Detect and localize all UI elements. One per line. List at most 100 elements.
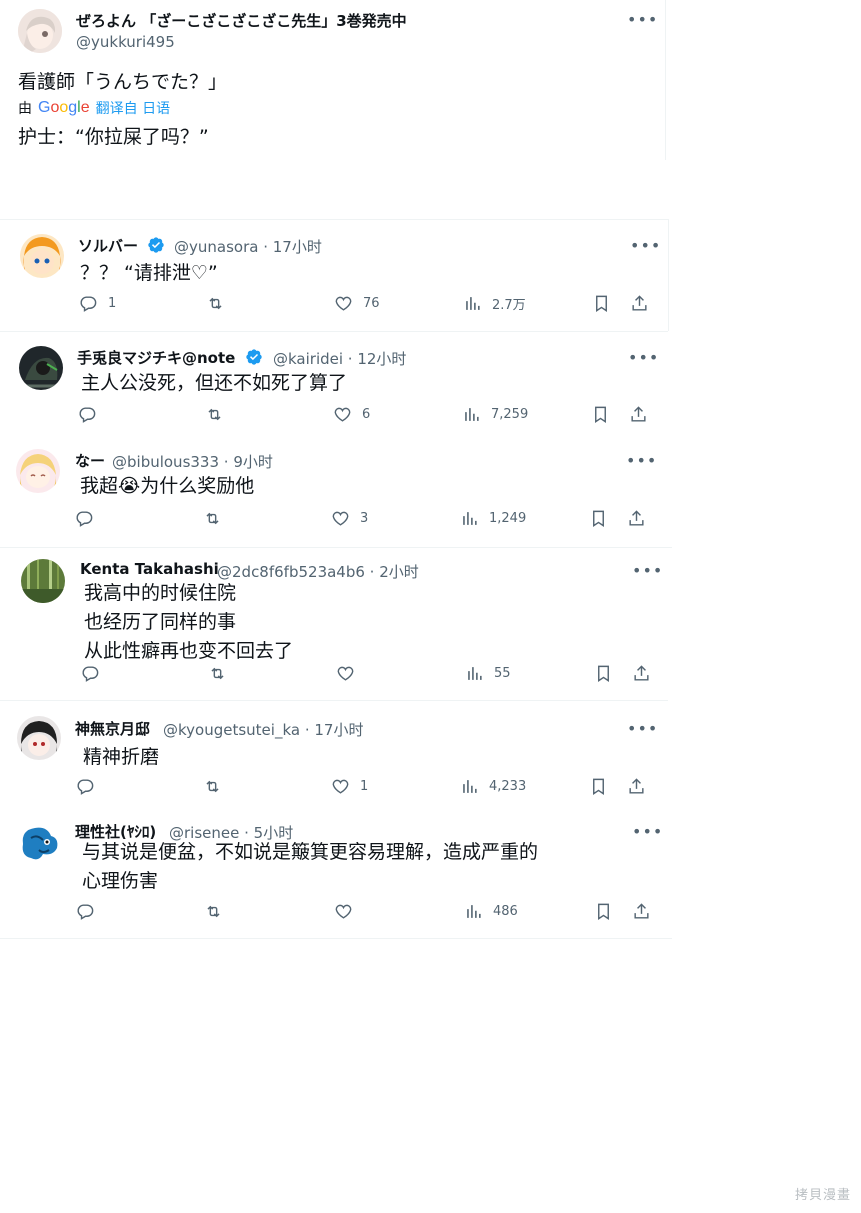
retweet-icon	[207, 905, 220, 918]
author-handle[interactable]: @bibulous333 · 9小时	[112, 451, 273, 472]
share-icon	[632, 295, 647, 311]
share-button[interactable]	[629, 405, 658, 424]
reply-card[interactable]: なー @bibulous333 · 9小时 ••• 我超😭为什么奖励他 3 1,…	[0, 440, 665, 546]
reply-text: 精神折磨	[83, 746, 160, 768]
translated-text: 护士：“你拉屎了吗？”	[18, 126, 209, 148]
reply-button[interactable]	[78, 405, 107, 424]
google-logo: Google	[38, 99, 90, 116]
views-button[interactable]: 7,259	[462, 405, 528, 424]
retweet-button[interactable]	[203, 777, 232, 796]
views-icon	[465, 408, 479, 421]
author-name[interactable]: 手兎良マジチキ@note	[77, 347, 263, 368]
author-name[interactable]: ソルバー	[78, 235, 165, 256]
reply-text: 我超😭为什么奖励他	[80, 475, 255, 497]
reply-button[interactable]	[76, 777, 105, 796]
like-button[interactable]	[336, 664, 365, 683]
author-handle[interactable]: @yunasora · 17小时	[174, 236, 322, 257]
translation-attribution[interactable]: 由 Google 翻译自 日语	[18, 98, 170, 118]
bookmark-button[interactable]	[589, 509, 618, 528]
views-icon	[466, 297, 480, 310]
reply-text: ？？ “请排泄♡”	[80, 262, 218, 284]
reply-icon	[79, 407, 96, 423]
share-button[interactable]	[632, 664, 661, 683]
share-icon	[629, 510, 644, 526]
reply-button[interactable]	[81, 664, 110, 683]
more-icon[interactable]: •••	[632, 822, 663, 841]
bookmark-button[interactable]	[591, 405, 620, 424]
reply-card[interactable]: 神無京月邸 @kyougetsutei_ka · 17小时 ••• 精神折磨 1…	[0, 700, 668, 806]
translate-by-label: 由	[18, 101, 32, 117]
retweet-icon	[206, 780, 219, 793]
avatar[interactable]	[18, 9, 62, 53]
avatar[interactable]	[16, 449, 60, 493]
like-button[interactable]: 3	[331, 509, 368, 528]
reply-icon	[77, 779, 94, 795]
more-icon[interactable]: •••	[627, 10, 658, 29]
like-button[interactable]	[334, 902, 363, 921]
avatar[interactable]	[19, 346, 63, 390]
more-icon[interactable]: •••	[632, 561, 663, 580]
retweet-button[interactable]	[205, 405, 234, 424]
more-icon[interactable]: •••	[628, 348, 659, 367]
retweet-button[interactable]	[206, 294, 235, 313]
more-icon[interactable]: •••	[627, 719, 658, 738]
bookmark-button[interactable]	[589, 777, 618, 796]
retweet-button[interactable]	[204, 902, 233, 921]
views-button[interactable]: 4,233	[460, 777, 526, 796]
author-name[interactable]: ぜろよん 「ざーこざこざこざこ先生」3巻発売中	[76, 10, 407, 31]
reply-button[interactable]	[76, 902, 105, 921]
author-handle[interactable]: @kairidei · 12小时	[273, 348, 406, 369]
bookmark-button[interactable]	[592, 294, 621, 313]
views-button[interactable]: 1,249	[460, 509, 526, 528]
reply-card[interactable]: ソルバー @yunasora · 17小时 ••• ？？ “请排泄♡” 1 76…	[0, 219, 669, 331]
retweet-button[interactable]	[208, 664, 237, 683]
reply-button[interactable]	[75, 509, 104, 528]
views-button[interactable]: 486	[464, 902, 518, 921]
bookmark-button[interactable]	[594, 902, 623, 921]
watermark: 拷貝漫畫	[794, 1188, 851, 1203]
more-icon[interactable]: •••	[626, 451, 657, 470]
author-handle[interactable]: @2dc8f6fb523a4b6 · 2小时	[217, 561, 419, 582]
author-name[interactable]: なー	[75, 450, 105, 471]
share-icon	[629, 778, 644, 794]
author-name[interactable]: Kenta Takahashi	[80, 560, 219, 578]
reply-icon	[76, 511, 93, 527]
reply-text-line: 也经历了同样的事	[84, 611, 237, 633]
retweet-icon	[209, 297, 222, 310]
avatar[interactable]	[21, 559, 65, 603]
share-button[interactable]	[630, 294, 659, 313]
views-button[interactable]: 55	[465, 664, 511, 683]
author-handle[interactable]: @kyougetsutei_ka · 17小时	[163, 719, 363, 740]
heart-icon	[332, 511, 349, 526]
views-icon	[468, 667, 482, 680]
share-icon	[634, 903, 649, 919]
reply-card[interactable]: 理性社(ﾔｼﾛ) @risenee · 5小时 ••• 与其说是便盆，不如说是簸…	[0, 806, 672, 939]
more-icon[interactable]: •••	[630, 236, 661, 255]
author-name[interactable]: 神無京月邸	[75, 718, 150, 739]
like-button[interactable]: 1	[331, 777, 368, 796]
retweet-button[interactable]	[203, 509, 232, 528]
reply-card[interactable]: Kenta Takahashi @2dc8f6fb523a4b6 · 2小时 •…	[0, 547, 672, 700]
views-button[interactable]: 2.7万	[463, 294, 526, 313]
avatar[interactable]	[20, 234, 64, 278]
reply-card[interactable]: 手兎良マジチキ@note @kairidei · 12小时 ••• 主人公没死，…	[0, 331, 668, 440]
avatar[interactable]	[17, 716, 61, 760]
author-handle[interactable]: @yukkuri495	[76, 33, 175, 51]
heart-icon	[337, 666, 354, 681]
like-button[interactable]: 6	[333, 405, 370, 424]
translate-from-link[interactable]: 翻译自 日语	[96, 98, 170, 118]
reply-text-line: 从此性癖再也变不回去了	[84, 640, 294, 662]
like-button[interactable]: 76	[334, 294, 380, 313]
views-icon	[463, 780, 477, 793]
share-button[interactable]	[627, 777, 656, 796]
bookmark-icon	[598, 665, 609, 682]
share-button[interactable]	[632, 902, 661, 921]
bookmark-button[interactable]	[594, 664, 623, 683]
views-icon	[467, 905, 481, 918]
share-button[interactable]	[627, 509, 656, 528]
heart-icon	[335, 904, 352, 919]
reply-icon	[80, 296, 97, 312]
reply-button[interactable]: 1	[79, 294, 116, 313]
avatar[interactable]	[17, 820, 61, 864]
views-icon	[463, 512, 477, 525]
